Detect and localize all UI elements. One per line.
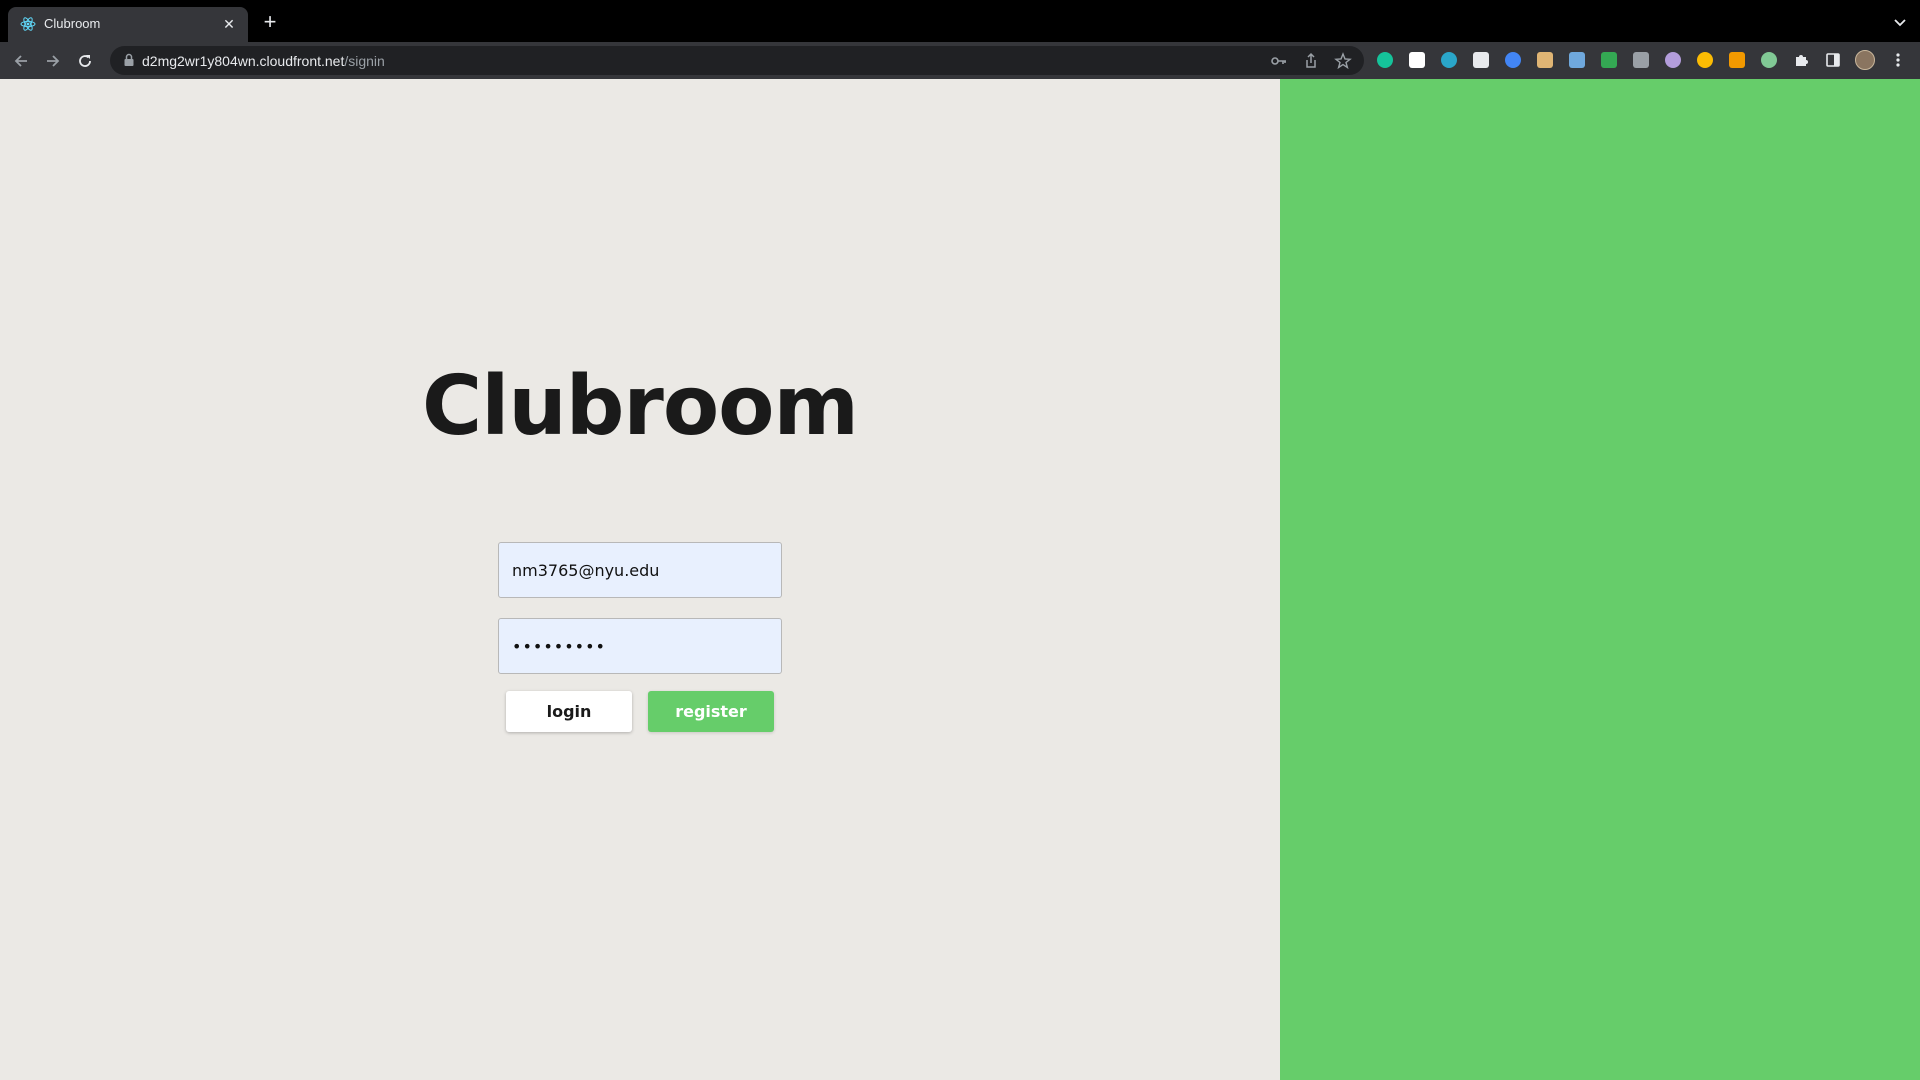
dropper-extension-icon-shape — [1761, 52, 1777, 68]
green-side-panel — [1280, 79, 1920, 1080]
reload-icon — [79, 55, 91, 67]
login-button[interactable]: login — [506, 691, 632, 732]
m-extension-icon-shape — [1441, 52, 1457, 68]
address-bar[interactable]: d2mg2wr1y804wn.cloudfront.net/signin — [110, 46, 1364, 75]
chevron-down-icon[interactable] — [1892, 14, 1908, 30]
notion-extension-icon-shape — [1409, 52, 1425, 68]
clock-extension-icon[interactable] — [1503, 50, 1523, 70]
new-tab-button[interactable]: + — [259, 11, 281, 34]
share-icon[interactable] — [1302, 52, 1320, 70]
email-field[interactable] — [498, 542, 782, 598]
plus-extension-icon[interactable] — [1471, 50, 1491, 70]
reader-extension-icon[interactable] — [1631, 50, 1651, 70]
register-button[interactable]: register — [648, 691, 774, 732]
arrow-right-icon — [47, 55, 60, 67]
tab-strip: Clubroom ✕ + — [0, 0, 1920, 42]
forward-button[interactable] — [42, 50, 64, 72]
green-extension-icon-shape — [1601, 52, 1617, 68]
reload-button[interactable] — [74, 50, 96, 72]
password-field[interactable] — [498, 618, 782, 674]
reader-extension-icon-shape — [1633, 52, 1649, 68]
browser-toolbar: d2mg2wr1y804wn.cloudfront.net/signin — [0, 42, 1920, 79]
back-button[interactable] — [10, 50, 32, 72]
lock-icon[interactable] — [122, 53, 136, 67]
close-tab-icon[interactable]: ✕ — [220, 15, 238, 33]
puzzle-icon[interactable] — [1791, 50, 1811, 70]
clock-extension-icon-shape — [1505, 52, 1521, 68]
page-title: Clubroom — [422, 359, 859, 454]
image-extension-icon[interactable] — [1567, 50, 1587, 70]
image-extension-icon-shape — [1569, 52, 1585, 68]
globe-extension-icon[interactable] — [1663, 50, 1683, 70]
side-panel-icon[interactable] — [1823, 50, 1843, 70]
green-extension-icon[interactable] — [1599, 50, 1619, 70]
m-extension-icon[interactable] — [1439, 50, 1459, 70]
lh-extension-icon[interactable] — [1727, 50, 1747, 70]
grammarly-extension-icon[interactable] — [1375, 50, 1395, 70]
badge-extension-icon-shape — [1697, 52, 1713, 68]
profile-avatar[interactable] — [1855, 50, 1875, 70]
notion-extension-icon[interactable] — [1407, 50, 1427, 70]
plus-extension-icon-shape — [1473, 52, 1489, 68]
tab-title: Clubroom — [44, 16, 101, 31]
face-extension-icon[interactable] — [1535, 50, 1555, 70]
url-text: d2mg2wr1y804wn.cloudfront.net/signin — [142, 53, 385, 69]
avatar — [1855, 50, 1875, 70]
kebab-menu-icon[interactable] — [1888, 50, 1908, 70]
key-icon[interactable] — [1270, 52, 1288, 70]
face-extension-icon-shape — [1537, 52, 1553, 68]
react-atom-icon — [20, 17, 36, 31]
signin-page: Clubroom login register — [0, 79, 1920, 1080]
dropper-extension-icon[interactable] — [1759, 50, 1779, 70]
badge-extension-icon[interactable] — [1695, 50, 1715, 70]
lh-extension-icon-shape — [1729, 52, 1745, 68]
grammarly-extension-icon-shape — [1377, 52, 1393, 68]
star-icon[interactable] — [1334, 52, 1352, 70]
arrow-left-icon — [14, 55, 27, 67]
globe-extension-icon-shape — [1665, 52, 1681, 68]
browser-tab[interactable]: Clubroom ✕ — [8, 7, 248, 42]
signin-panel: Clubroom login register — [0, 79, 1280, 1080]
